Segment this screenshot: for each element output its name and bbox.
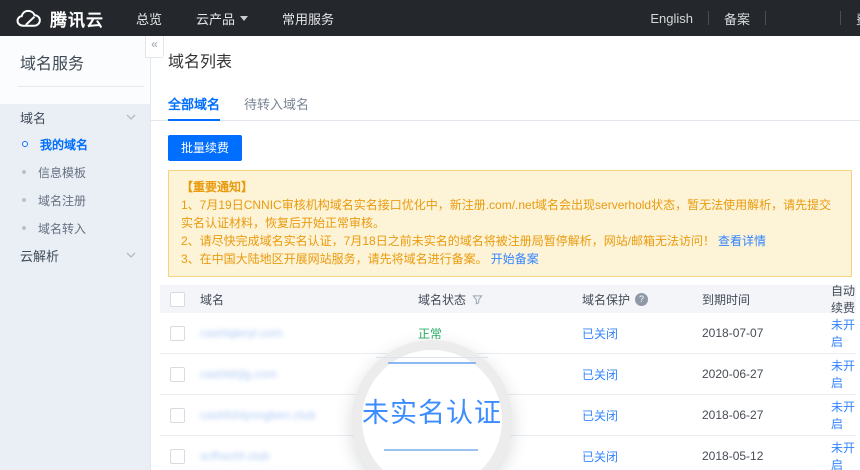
row-checkbox[interactable] — [170, 367, 185, 382]
sidebar-item-my-domains[interactable]: 我的域名 — [0, 130, 150, 158]
sidebar-item-info-template[interactable]: 信息模板 — [0, 158, 150, 186]
magnified-status-text: 未实名认证 — [362, 391, 502, 430]
chevron-down-icon — [126, 114, 136, 120]
batch-renew-button[interactable]: 批量续费 — [168, 135, 242, 161]
sidebar-title: 域名服务 — [0, 36, 150, 76]
tab-all-domains[interactable]: 全部域名 — [168, 94, 220, 121]
nav-common-services[interactable]: 常用服务 — [282, 9, 334, 28]
chevron-down-icon — [126, 252, 136, 258]
bullet-icon — [22, 170, 26, 174]
notice-banner: 【重要通知】 1、7月19日CNNIC审核机构域名实名接口优化中，新注册.com… — [168, 170, 852, 277]
table-header-row: 域名 域名状态 域名保护 ? 到期时间 自动续费 — [160, 285, 856, 313]
row-checkbox[interactable] — [170, 326, 185, 341]
page-title: 域名列表 — [168, 52, 860, 74]
auto-renew-link[interactable]: 未开启 — [831, 359, 855, 390]
notice-line: 1、7月19日CNNIC审核机构域名实名接口优化中，新注册.com/.net域名… — [181, 196, 839, 232]
auto-renew-link[interactable]: 未开启 — [831, 400, 855, 431]
bullet-icon — [22, 141, 28, 147]
expire-date: 2018-06-27 — [702, 408, 763, 422]
sidebar-item-label: 我的域名 — [40, 136, 88, 153]
header-domain: 域名 — [200, 291, 410, 308]
topbar-right: English 备案 费 — [650, 9, 860, 28]
auto-renew-link[interactable]: 未开启 — [831, 318, 855, 349]
divider — [840, 11, 841, 25]
sidebar-item-label: 域名注册 — [38, 192, 86, 209]
sidebar: 域名服务 域名 我的域名 信息模板 域名注册 域名转入 云解析 — [0, 36, 151, 470]
tencent-cloud-icon — [16, 9, 43, 28]
divider — [18, 86, 144, 87]
notice-line: 2、请尽快完成域名实名认证，7月18日之前未实名的域名将被注册局暂停解析，网站/… — [181, 232, 839, 250]
notice-heading: 【重要通知】 — [181, 178, 839, 196]
sidebar-menu: 域名 我的域名 信息模板 域名注册 域名转入 云解析 — [0, 104, 150, 470]
sidebar-section-domain-label: 域名 — [20, 108, 46, 127]
brand-name: 腾讯云 — [50, 6, 104, 31]
help-icon[interactable]: ? — [635, 293, 648, 306]
tab-bar: 全部域名 待转入域名 — [151, 94, 860, 121]
magnified-link-underline — [384, 449, 478, 451]
divider — [708, 11, 709, 25]
row-checkbox[interactable] — [170, 449, 185, 464]
sidebar-item-label: 域名转入 — [38, 220, 86, 237]
sidebar-item-domain-transfer-in[interactable]: 域名转入 — [0, 214, 150, 242]
collapse-left-icon: « — [151, 37, 158, 51]
expire-date: 2018-05-12 — [702, 449, 763, 463]
notice-link-view-details[interactable]: 查看详情 — [718, 234, 766, 248]
domain-blurred-text[interactable]: scfhschf.club — [200, 449, 269, 463]
caret-down-icon — [240, 16, 248, 21]
filter-icon[interactable] — [472, 294, 483, 305]
bullet-icon — [22, 226, 26, 230]
divider — [765, 11, 766, 25]
status-normal: 正常 — [418, 325, 442, 342]
header-status: 域名状态 — [418, 291, 466, 308]
expire-date: 2018-07-07 — [702, 326, 763, 340]
bullet-icon — [22, 198, 26, 202]
sidebar-section-dns-label: 云解析 — [20, 246, 59, 265]
select-all-checkbox[interactable] — [170, 292, 185, 307]
topbar: 腾讯云 总览 云产品 常用服务 English 备案 费 — [0, 0, 860, 36]
account-name-blurred — [781, 18, 825, 19]
header-auto-renew: 自动续费 — [827, 282, 856, 316]
domain-blurred-text[interactable]: cashlqleryl.com — [200, 326, 283, 340]
header-expire: 到期时间 — [702, 291, 827, 308]
brand-logo[interactable]: 腾讯云 — [16, 6, 104, 31]
nav-cloud-products-label: 云产品 — [196, 9, 235, 28]
top-navigation: 总览 云产品 常用服务 — [136, 9, 334, 28]
domain-blurred-text[interactable]: cashldrjlg.com — [200, 367, 277, 381]
nav-english[interactable]: English — [650, 11, 693, 26]
protection-link[interactable]: 已关闭 — [582, 448, 618, 465]
notice-link-start-beian[interactable]: 开始备案 — [491, 252, 539, 266]
notice-line: 3、在中国大陆地区开展网站服务，请先将域名进行备案。开始备案 — [181, 250, 839, 268]
row-checkbox[interactable] — [170, 408, 185, 423]
protection-link[interactable]: 已关闭 — [582, 407, 618, 424]
notice-text: 2、请尽快完成域名实名认证，7月18日之前未实名的域名将被注册局暂停解析，网站/… — [181, 234, 715, 248]
nav-beian[interactable]: 备案 — [724, 9, 750, 28]
protection-link[interactable]: 已关闭 — [582, 366, 618, 383]
nav-cloud-products[interactable]: 云产品 — [196, 9, 248, 28]
nav-overview[interactable]: 总览 — [136, 9, 162, 28]
domain-blurred-text[interactable]: cashfshlyongben.club — [200, 408, 315, 422]
sidebar-item-label: 信息模板 — [38, 164, 86, 181]
table-row: cashldrjlg.com 正常 已关闭 2020-06-27 未开启 — [160, 354, 856, 395]
table-row: cashlqleryl.com 正常 已关闭 2018-07-07 未开启 — [160, 313, 856, 354]
tab-pending-transfer[interactable]: 待转入域名 — [244, 94, 309, 121]
magnified-row-divider — [376, 357, 488, 358]
sidebar-section-domain[interactable]: 域名 — [0, 104, 150, 130]
notice-text: 1、7月19日CNNIC审核机构域名实名接口优化中，新注册.com/.net域名… — [181, 198, 831, 230]
sidebar-item-domain-register[interactable]: 域名注册 — [0, 186, 150, 214]
header-protection: 域名保护 — [582, 291, 630, 308]
magnified-link-underline — [388, 362, 476, 364]
expire-date: 2020-06-27 — [702, 367, 763, 381]
sidebar-section-dns[interactable]: 云解析 — [0, 242, 150, 268]
auto-renew-link[interactable]: 未开启 — [831, 441, 855, 470]
protection-link[interactable]: 已关闭 — [582, 325, 618, 342]
nav-billing-partial[interactable]: 费 — [856, 9, 860, 28]
notice-text: 3、在中国大陆地区开展网站服务，请先将域名进行备案。 — [181, 252, 488, 266]
